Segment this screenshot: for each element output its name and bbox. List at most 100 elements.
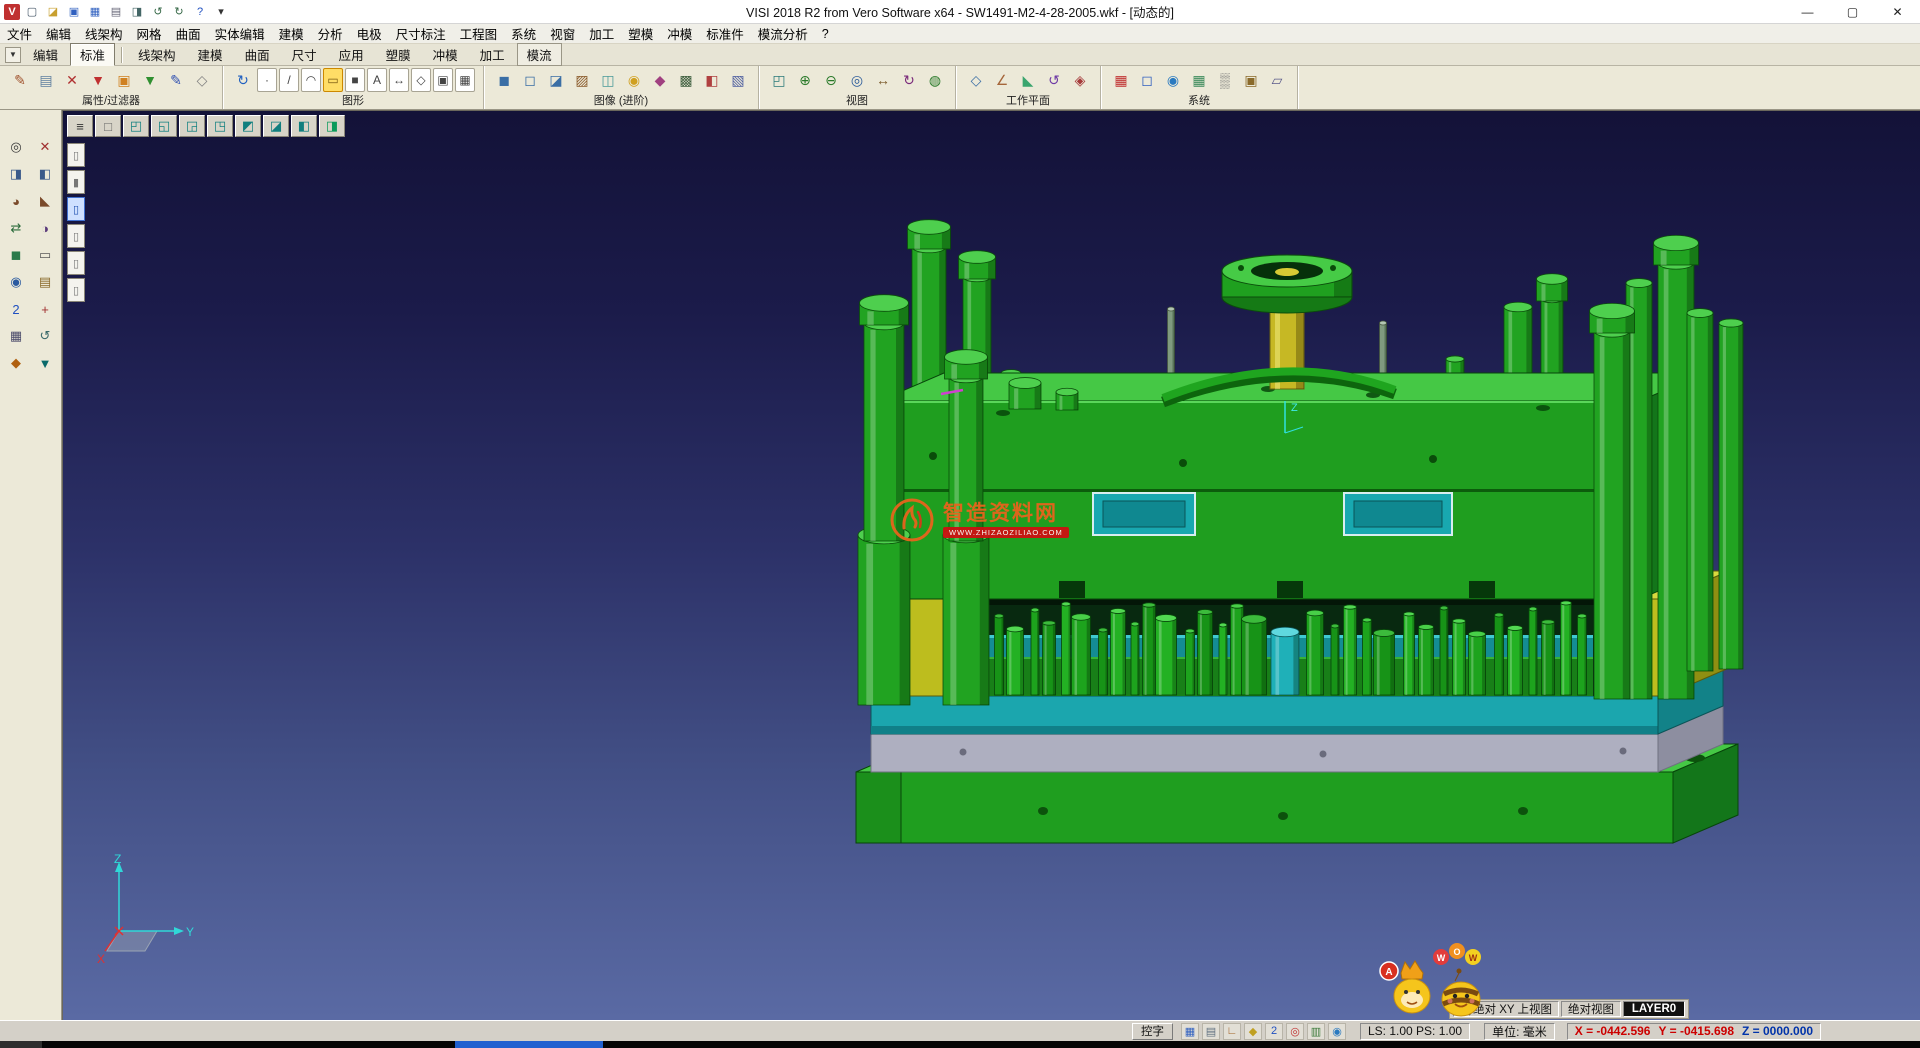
visi-logo-icon[interactable]: V [4,4,20,20]
layers-icon[interactable]: ▥ [1307,1023,1325,1040]
view-right-icon[interactable]: ◲ [179,115,205,137]
workplane-xy-icon[interactable]: ◇ [964,68,988,92]
menu-item-17[interactable]: 模流分析 [751,24,815,43]
move-icon[interactable]: ⇄ [2,215,30,241]
tab-dropdown-icon[interactable]: ▼ [5,47,21,63]
filter-lines-icon[interactable]: / [279,68,299,92]
axis-icon[interactable]: + [31,296,59,322]
tab-4[interactable]: 建模 [188,43,233,66]
menu-item-3[interactable]: 网格 [130,24,169,43]
snap-icon[interactable]: ▦ [2,323,30,349]
extend-icon[interactable]: ◧ [31,161,59,187]
menu-item-9[interactable]: 尺寸标注 [389,24,453,43]
chamfer-icon[interactable]: ◣ [31,188,59,214]
redraw-icon[interactable]: ↻ [231,68,255,92]
filter-groups-icon[interactable]: ▣ [433,68,453,92]
tab-0[interactable]: 编辑 [23,43,68,66]
taskbar-active-app[interactable] [455,1041,603,1048]
menu-item-7[interactable]: 分析 [311,24,350,43]
edit-delete-icon[interactable]: ✕ [31,134,59,160]
shade-display-icon[interactable]: ▮ [67,170,85,194]
menu-item-6[interactable]: 建模 [272,24,311,43]
tab-6[interactable]: 尺寸 [282,43,327,66]
menu-item-15[interactable]: 冲模 [660,24,699,43]
filter-select-icon[interactable]: ▣ [112,68,136,92]
background-icon[interactable]: ▧ [726,68,750,92]
lock-text-button[interactable]: 控字 [1132,1023,1173,1040]
color-palette-icon[interactable]: ▦ [1109,68,1133,92]
menu-item-11[interactable]: 系统 [504,24,543,43]
absolute-view-indicator[interactable]: 绝对视图 [1561,1001,1621,1017]
units-indicator[interactable]: 单位: 毫米 [1484,1023,1555,1040]
tab-5[interactable]: 曲面 [235,43,280,66]
ruler-icon[interactable]: ▱ [1265,68,1289,92]
history-icon[interactable]: ↺ [31,323,59,349]
3d-viewport[interactable]: Z ≡□◰◱◲◳◩◪◧◨ ▯▮▯▯▯▯ Z Y X [62,110,1920,1020]
grid-toggle-icon[interactable]: ▤ [1202,1023,1220,1040]
table-icon[interactable]: ▦ [1187,68,1211,92]
pointer-select-icon[interactable]: ◎ [2,134,30,160]
view-iso3-icon[interactable]: ◨ [319,115,345,137]
filter-arcs-icon[interactable]: ◠ [301,68,321,92]
globe-icon[interactable]: ◉ [1161,68,1185,92]
tab-8[interactable]: 塑膜 [376,43,421,66]
mirror-icon[interactable]: ◑ [31,215,59,241]
menu-item-13[interactable]: 加工 [582,24,621,43]
texture-icon[interactable]: ▨ [570,68,594,92]
view-back-icon[interactable]: ◩ [235,115,261,137]
maximize-button[interactable]: ▢ [1830,0,1875,23]
menu-item-18[interactable]: ? [815,24,836,43]
tab-11[interactable]: 模流 [517,43,562,66]
filter-all-icon[interactable]: ▦ [455,68,475,92]
calc-icon[interactable]: 2 [2,296,30,322]
plot-icon[interactable]: ◨ [128,3,146,21]
filter-funnel-red-icon[interactable]: ▼ [86,68,110,92]
zoom-out-icon[interactable]: ⊖ [819,68,843,92]
menu-item-2[interactable]: 线架构 [78,24,130,43]
menu-item-5[interactable]: 实体编辑 [208,24,272,43]
notes-icon[interactable]: ▤ [31,269,59,295]
customize-toolbar-icon[interactable]: ▾ [212,3,230,21]
filter-funnel-green-icon[interactable]: ▼ [138,68,162,92]
wire-display-icon[interactable]: ▯ [67,143,85,167]
undo-icon[interactable]: ↺ [149,3,167,21]
view-front-icon[interactable]: ◱ [151,115,177,137]
export-icon[interactable]: ▼ [31,350,59,376]
light-icon[interactable]: ◉ [622,68,646,92]
redo-icon[interactable]: ↻ [170,3,188,21]
filter-text-icon[interactable]: A [367,68,387,92]
tab-1[interactable]: 标准 [70,43,115,66]
zoom-window-icon[interactable]: ◰ [767,68,791,92]
lock-toggle-icon[interactable]: ◆ [1244,1023,1262,1040]
help-icon[interactable]: ? [191,3,209,21]
open-file-icon[interactable]: ◪ [44,3,62,21]
view-iso-icon[interactable]: ◪ [263,115,289,137]
info-icon[interactable]: ◉ [2,269,30,295]
tab-7[interactable]: 应用 [329,43,374,66]
menu-item-12[interactable]: 视窗 [543,24,582,43]
filter-solids-icon[interactable]: ■ [345,68,365,92]
layer-indicator[interactable]: LAYER0 [1623,1001,1685,1017]
render-icon[interactable]: ▩ [674,68,698,92]
filter-edit-icon[interactable]: ✎ [164,68,188,92]
save-all-icon[interactable]: ▦ [86,3,104,21]
material-icon[interactable]: ◆ [648,68,672,92]
flag-icon[interactable]: ◆ [2,350,30,376]
menu-item-1[interactable]: 编辑 [39,24,78,43]
rotate-view-icon[interactable]: ↻ [897,68,921,92]
view-shaded-icon[interactable]: □ [95,115,121,137]
print-icon[interactable]: ▤ [107,3,125,21]
help-2-icon[interactable]: 2 [1265,1023,1283,1040]
zoom-in-icon[interactable]: ⊕ [793,68,817,92]
section-icon[interactable]: ◧ [700,68,724,92]
ghost-display-icon[interactable]: ▯ [67,224,85,248]
filter-symbols-icon[interactable]: ◇ [411,68,431,92]
trim-icon[interactable]: ◨ [2,161,30,187]
filter-off-icon[interactable]: ◇ [190,68,214,92]
menu-item-4[interactable]: 曲面 [169,24,208,43]
taskbar-sliver[interactable] [0,1041,1920,1048]
solid-paint-icon[interactable]: ◼ [2,242,30,268]
solid-display-icon[interactable]: ▯ [67,197,85,221]
menu-item-16[interactable]: 标准件 [699,24,751,43]
wireframe-mode-icon[interactable]: ◻ [518,68,542,92]
